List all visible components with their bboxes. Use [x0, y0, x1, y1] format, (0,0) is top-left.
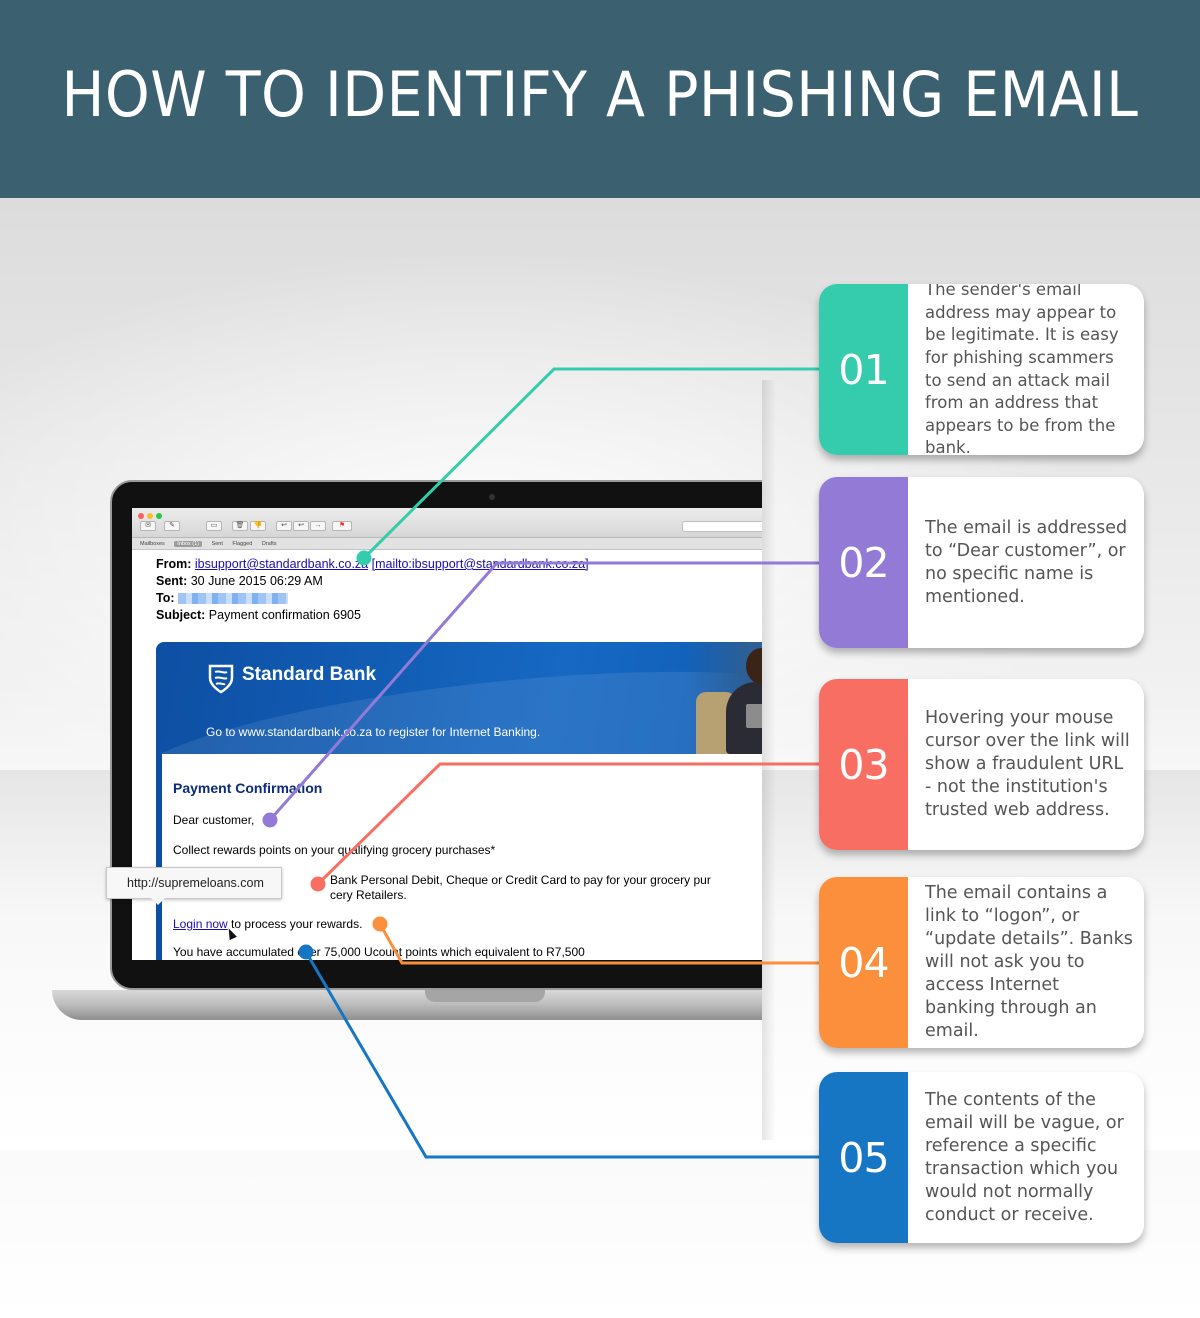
redacted-recipient: [178, 593, 288, 605]
sent-value: 30 June 2015 06:29 AM: [190, 574, 323, 588]
rewards-text: Collect rewards points on your qualifyin…: [173, 843, 496, 857]
camera-icon: [489, 494, 495, 500]
payment-confirmation-title: Payment Confirmation: [173, 780, 323, 796]
login-now-link[interactable]: Login now: [173, 917, 228, 931]
bank-brand-name: Standard Bank: [242, 664, 377, 685]
from-label: From:: [156, 557, 192, 571]
greeting-text: Dear customer,: [173, 813, 255, 827]
bank-banner: Standard Bank Go to www.standardbank.co.…: [156, 642, 762, 754]
tip-text-01-content: The sender's email address may appear to…: [925, 284, 1119, 455]
title-banner: HOW TO IDENTIFY A PHISHING EMAIL: [0, 0, 1200, 198]
favorites-mailboxes[interactable]: Mailboxes: [140, 541, 165, 547]
card-usage-text: Bank Personal Debit, Cheque or Credit Ca…: [330, 873, 711, 887]
mini-laptop: [746, 704, 762, 728]
laptop-notch: [425, 990, 545, 1002]
flag-icon[interactable]: ⚑: [332, 521, 352, 531]
tip-card-01: 01 The sender's email address may appear…: [819, 284, 1144, 455]
tip-text-04-content: The email contains a link to “logon”, or…: [925, 883, 1133, 1041]
url-tooltip: http://supremeloans.com: [106, 867, 282, 905]
compose-icon[interactable]: ✎: [164, 521, 180, 531]
tip-text-02-content: The email is addressed to “Dear customer…: [925, 517, 1128, 607]
tip-text-04: The email contains a link to “logon”, or…: [925, 877, 1134, 1048]
tip-number-02: 02: [819, 477, 908, 648]
tip-number-05: 05: [819, 1072, 908, 1243]
login-rest-text: to process your rewards.: [227, 917, 363, 931]
tip-text-05: The contents of the email will be vague,…: [925, 1072, 1134, 1243]
forward-icon[interactable]: →: [310, 521, 326, 531]
sent-label: Sent:: [156, 574, 188, 588]
favorites-flagged[interactable]: Flagged: [232, 541, 252, 547]
favorites-bar: Mailboxes Inbox (1) Sent Flagged Drafts: [132, 538, 762, 550]
favorites-inbox[interactable]: Inbox (1): [174, 541, 203, 547]
tip-number-01: 01: [819, 284, 908, 455]
tip-card-04: 04 The email contains a link to “logon”,…: [819, 877, 1144, 1048]
laptop-illustration: ✉ ✎ ▭ 🗑 👎 ↩ ↩ → ⚑ ⌕ Se Mailboxes Inbox (…: [40, 380, 762, 1160]
laptop-base: [52, 990, 762, 1020]
archive-icon[interactable]: ▭: [206, 521, 222, 531]
get-mail-icon[interactable]: ✉: [140, 521, 156, 531]
reply-all-icon[interactable]: ↩: [293, 521, 309, 531]
sender-email-link[interactable]: ibsupport@standardbank.co.za: [195, 557, 368, 571]
accumulated-points-text: You have accumulated over 75,000 Ucount …: [173, 945, 585, 959]
tip-text-03: Hovering your mouse cursor over the link…: [925, 679, 1134, 850]
tip-card-03: 03 Hovering your mouse cursor over the l…: [819, 679, 1144, 850]
mail-toolbar: ✉ ✎ ▭ 🗑 👎 ↩ ↩ → ⚑ ⌕ Se: [132, 508, 762, 538]
subject-row: Subject: Payment confirmation 6905: [156, 607, 762, 624]
close-window-icon[interactable]: [138, 513, 144, 519]
from-row: From: ibsupport@standardbank.co.za [mail…: [156, 556, 762, 573]
sent-row: Sent: 30 June 2015 06:29 AM: [156, 573, 762, 590]
edge-shadow: [762, 380, 776, 1140]
reply-icon[interactable]: ↩: [276, 521, 292, 531]
search-input[interactable]: ⌕ Se: [682, 521, 762, 532]
tip-number-03: 03: [819, 679, 908, 850]
tip-text-05-content: The contents of the email will be vague,…: [925, 1089, 1124, 1225]
page-title: HOW TO IDENTIFY A PHISHING EMAIL: [61, 58, 1139, 131]
banner-register-text: Go to www.standardbank.co.za to register…: [206, 725, 541, 739]
subject-label: Subject:: [156, 608, 206, 622]
subject-value: Payment confirmation 6905: [208, 608, 361, 622]
retailers-text: cery Retailers.: [330, 888, 407, 902]
zoom-window-icon[interactable]: [156, 513, 162, 519]
tip-text-02: The email is addressed to “Dear customer…: [925, 477, 1134, 648]
favorites-drafts[interactable]: Drafts: [262, 541, 277, 547]
tip-text-01: The sender's email address may appear to…: [925, 284, 1134, 455]
shield-logo-icon: [208, 664, 234, 694]
tip-card-02: 02 The email is addressed to “Dear custo…: [819, 477, 1144, 648]
tip-card-05: 05 The contents of the email will be vag…: [819, 1072, 1144, 1243]
to-row: To:: [156, 590, 762, 607]
tip-text-03-content: Hovering your mouse cursor over the link…: [925, 708, 1130, 820]
junk-icon[interactable]: 👎: [250, 521, 266, 531]
tip-number-04: 04: [819, 877, 908, 1048]
favorites-sent[interactable]: Sent: [212, 541, 223, 547]
sender-mailto-link[interactable]: [mailto:ibsupport@standardbank.co.za]: [372, 557, 589, 571]
email-headers: From: ibsupport@standardbank.co.za [mail…: [156, 556, 762, 624]
minimize-window-icon[interactable]: [147, 513, 153, 519]
trash-icon[interactable]: 🗑: [232, 521, 248, 531]
login-line: Login now to process your rewards.: [173, 917, 362, 931]
to-label: To:: [156, 591, 175, 605]
